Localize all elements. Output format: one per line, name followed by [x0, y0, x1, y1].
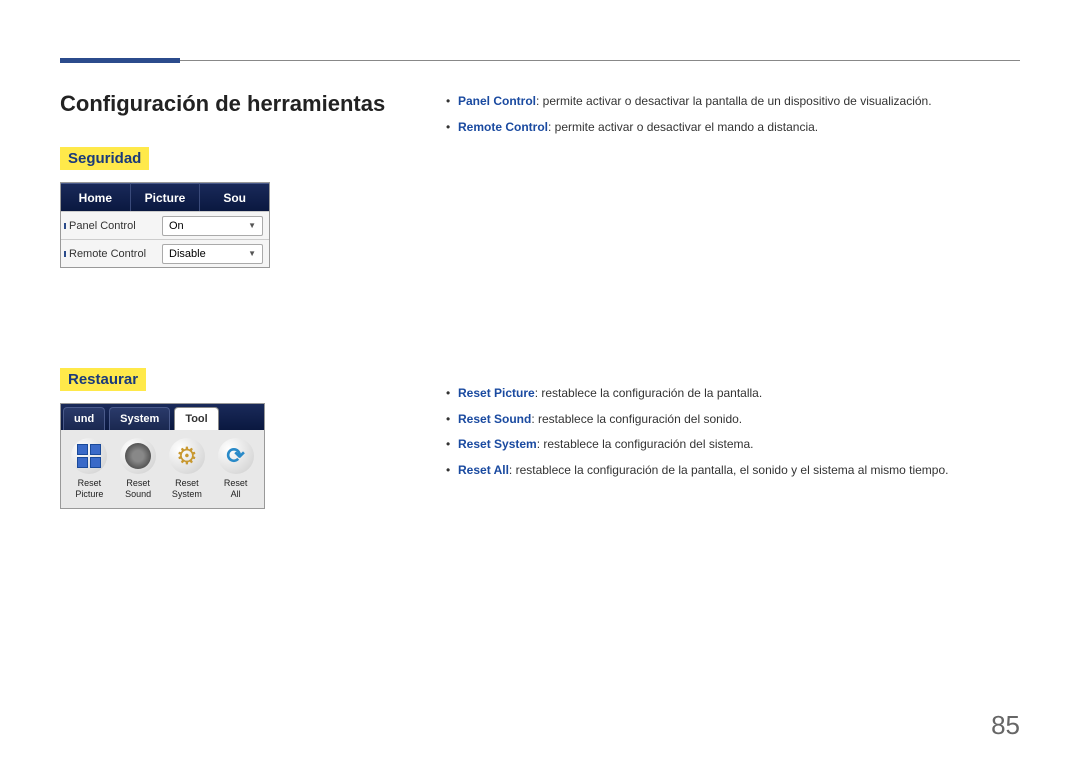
desc: : restablece la configuración del sistem… — [537, 437, 754, 451]
panel-control-label: Panel Control — [61, 220, 156, 232]
term: Reset All — [458, 463, 509, 477]
refresh-icon: ⟳ — [218, 438, 254, 474]
tab-sound-partial[interactable]: Sou — [200, 183, 269, 211]
term: Reset System — [458, 437, 537, 451]
speaker-icon — [120, 438, 156, 474]
list-item: Reset Sound: restablece la configuración… — [440, 409, 1020, 431]
tab-picture[interactable]: Picture — [131, 183, 201, 211]
reset-all-button[interactable]: ⟳ ResetAll — [212, 438, 260, 500]
security-row-panel: Panel Control On ▼ — [61, 211, 269, 239]
remote-control-value: Disable — [169, 248, 206, 260]
reset-label: Restaurar — [60, 368, 146, 391]
tab-home[interactable]: Home — [61, 183, 131, 211]
security-widget: Home Picture Sou Panel Control On ▼ Remo… — [60, 182, 270, 268]
reset-system-label: ResetSystem — [163, 478, 211, 500]
page-title: Configuración de herramientas — [60, 91, 400, 117]
security-row-remote: Remote Control Disable ▼ — [61, 239, 269, 267]
remote-control-label: Remote Control — [61, 248, 156, 260]
remote-control-dropdown[interactable]: Disable ▼ — [162, 244, 263, 264]
reset-sound-label: ResetSound — [114, 478, 162, 500]
list-item: Reset Picture: restablece la configuraci… — [440, 383, 1020, 405]
reset-widget: und System Tool ResetPicture ResetSound — [60, 403, 265, 509]
desc: : restablece la configuración del sonido… — [531, 412, 742, 426]
security-bullets: Panel Control: permite activar o desacti… — [440, 91, 1020, 138]
header-accent — [60, 58, 180, 63]
term: Panel Control — [458, 94, 536, 108]
list-item: Remote Control: permite activar o desact… — [440, 117, 1020, 139]
panel-control-value: On — [169, 220, 184, 232]
term: Remote Control — [458, 120, 548, 134]
list-item: Reset System: restablece la configuració… — [440, 434, 1020, 456]
tab-tool[interactable]: Tool — [174, 407, 218, 430]
reset-picture-button[interactable]: ResetPicture — [65, 438, 113, 500]
panel-control-dropdown[interactable]: On ▼ — [162, 216, 263, 236]
term: Reset Picture — [458, 386, 535, 400]
term: Reset Sound — [458, 412, 531, 426]
reset-sound-button[interactable]: ResetSound — [114, 438, 162, 500]
reset-system-button[interactable]: ⚙ ResetSystem — [163, 438, 211, 500]
gear-icon: ⚙ — [169, 438, 205, 474]
chevron-down-icon: ▼ — [248, 221, 256, 230]
desc: : restablece la configuración de la pant… — [535, 386, 762, 400]
header-rule — [60, 60, 1020, 61]
security-label: Seguridad — [60, 147, 149, 170]
list-item: Panel Control: permite activar o desacti… — [440, 91, 1020, 113]
tab-sound-partial[interactable]: und — [63, 407, 105, 430]
page-number: 85 — [991, 710, 1020, 741]
reset-picture-label: ResetPicture — [65, 478, 113, 500]
chevron-down-icon: ▼ — [248, 249, 256, 258]
security-tabs: Home Picture Sou — [61, 183, 269, 211]
list-item: Reset All: restablece la configuración d… — [440, 460, 1020, 482]
desc: : permite activar o desactivar el mando … — [548, 120, 818, 134]
desc: : permite activar o desactivar la pantal… — [536, 94, 932, 108]
grid-icon — [71, 438, 107, 474]
desc: : restablece la configuración de la pant… — [509, 463, 949, 477]
reset-all-label: ResetAll — [212, 478, 260, 500]
reset-bullets: Reset Picture: restablece la configuraci… — [440, 383, 1020, 481]
reset-tabs: und System Tool — [61, 404, 264, 430]
tab-system[interactable]: System — [109, 407, 170, 430]
